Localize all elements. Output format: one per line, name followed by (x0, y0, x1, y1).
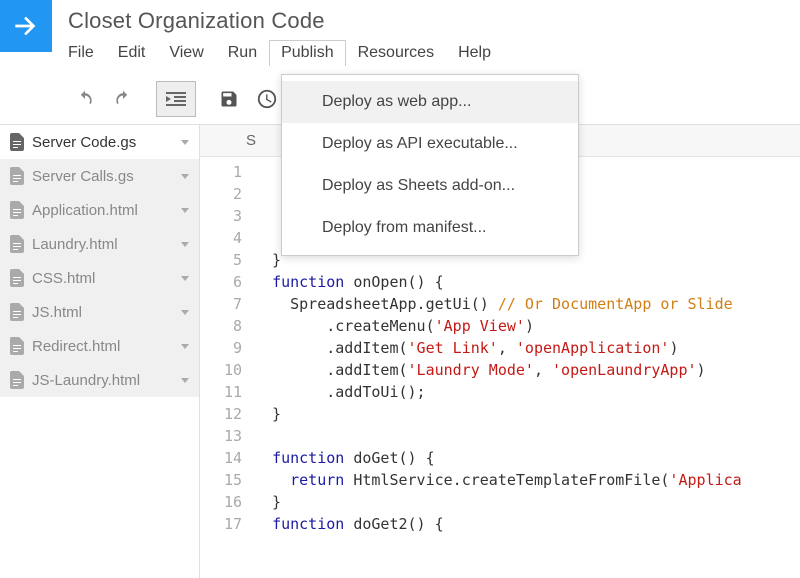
menu-publish[interactable]: Publish (269, 40, 345, 66)
chevron-down-icon[interactable] (181, 344, 189, 349)
arrow-right-icon (10, 10, 42, 42)
file-icon (10, 167, 24, 185)
file-label: Server Calls.gs (32, 168, 173, 185)
app-logo[interactable] (0, 0, 52, 52)
chevron-down-icon[interactable] (181, 140, 189, 145)
menu-edit[interactable]: Edit (106, 40, 158, 66)
file-label: CSS.html (32, 270, 173, 287)
file-label: JS-Laundry.html (32, 372, 173, 389)
indent-icon (166, 91, 186, 107)
chevron-down-icon[interactable] (181, 276, 189, 281)
file-label: Laundry.html (32, 236, 173, 253)
publish-dropdown: Deploy as web app... Deploy as API execu… (281, 74, 579, 256)
page-title[interactable]: Closet Organization Code (68, 8, 800, 34)
chevron-down-icon[interactable] (181, 208, 189, 213)
file-label: JS.html (32, 304, 173, 321)
save-button[interactable] (210, 81, 248, 117)
dropdown-deploy-sheets[interactable]: Deploy as Sheets add-on... (282, 165, 578, 207)
line-gutter: 1234567891011121314151617 (200, 161, 254, 535)
file-icon (10, 201, 24, 219)
file-item[interactable]: Server Code.gs (0, 125, 199, 159)
file-icon (10, 303, 24, 321)
file-label: Redirect.html (32, 338, 173, 355)
redo-button[interactable] (104, 81, 142, 117)
clock-icon (256, 88, 278, 110)
function-selector-label: S (246, 132, 256, 149)
file-icon (10, 133, 24, 151)
file-item[interactable]: Laundry.html (0, 227, 199, 261)
file-icon (10, 235, 24, 253)
menu-resources[interactable]: Resources (346, 40, 446, 66)
file-icon (10, 371, 24, 389)
undo-icon (75, 89, 95, 109)
file-icon (10, 337, 24, 355)
chevron-down-icon[interactable] (181, 378, 189, 383)
indent-toggle-button[interactable] (156, 81, 196, 117)
file-item[interactable]: JS-Laundry.html (0, 363, 199, 397)
chevron-down-icon[interactable] (181, 174, 189, 179)
file-item[interactable]: JS.html (0, 295, 199, 329)
file-sidebar: Server Code.gs Server Calls.gs Application… (0, 125, 200, 578)
dropdown-deploy-api[interactable]: Deploy as API executable... (282, 123, 578, 165)
file-item[interactable]: CSS.html (0, 261, 199, 295)
file-label: Server Code.gs (32, 134, 173, 151)
menubar: File Edit View Run Publish Resources Hel… (68, 40, 800, 66)
file-label: Application.html (32, 202, 173, 219)
redo-icon (113, 89, 133, 109)
menu-view[interactable]: View (157, 40, 215, 66)
chevron-down-icon[interactable] (181, 242, 189, 247)
menu-run[interactable]: Run (216, 40, 269, 66)
save-icon (219, 89, 239, 109)
dropdown-deploy-web-app[interactable]: Deploy as web app... (282, 81, 578, 123)
chevron-down-icon[interactable] (181, 310, 189, 315)
file-item[interactable]: Redirect.html (0, 329, 199, 363)
file-item[interactable]: Application.html (0, 193, 199, 227)
menu-file[interactable]: File (68, 40, 106, 66)
undo-button[interactable] (66, 81, 104, 117)
dropdown-deploy-manifest[interactable]: Deploy from manifest... (282, 207, 578, 249)
file-icon (10, 269, 24, 287)
file-item[interactable]: Server Calls.gs (0, 159, 199, 193)
menu-help[interactable]: Help (446, 40, 503, 66)
